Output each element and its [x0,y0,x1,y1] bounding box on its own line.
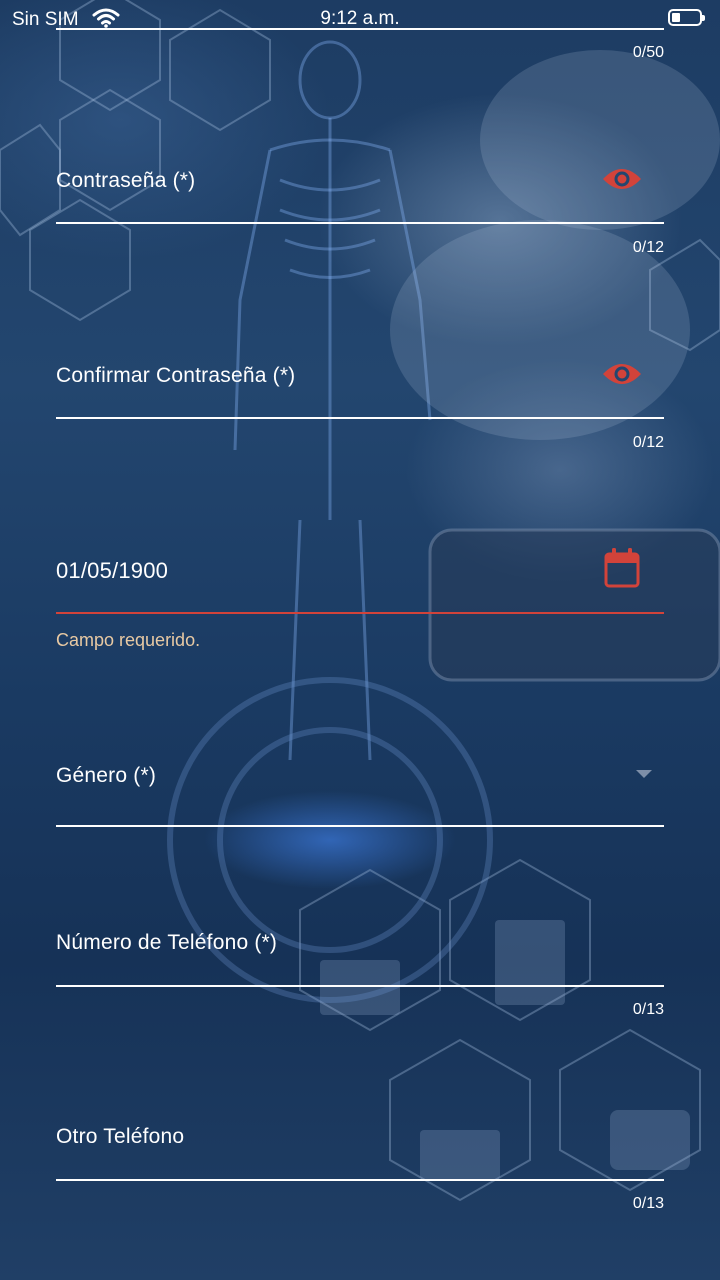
confirm-password-underline [56,417,664,419]
eye-icon[interactable] [602,360,642,388]
other-phone-underline [56,1179,664,1181]
phone-field[interactable]: Número de Teléfono (*) 0/13 [56,920,664,1030]
other-phone-field[interactable]: Otro Teléfono 0/13 [56,1115,664,1225]
password-underline [56,222,664,224]
gender-label: Género (*) [56,764,157,787]
gender-dropdown[interactable]: Género (*) [56,750,664,830]
registration-form: 0/50 Contraseña (*) 0/12 Confirmar Contr… [0,0,720,1280]
phone-label: Número de Teléfono (*) [56,931,278,954]
phone-counter: 0/13 [632,1001,664,1018]
birthdate-field[interactable]: 01/05/1900 Campo requerido. [56,545,664,655]
birthdate-error-text: Campo requerido. [56,630,201,650]
other-phone-counter: 0/13 [632,1195,664,1212]
eye-icon[interactable] [602,165,642,193]
confirm-password-field[interactable]: Confirmar Contraseña (*) 0/12 [56,355,664,455]
calendar-icon[interactable] [604,548,640,588]
phone-underline [56,985,664,987]
password-field[interactable]: Contraseña (*) 0/12 [56,160,664,260]
confirm-password-label: Confirmar Contraseña (*) [56,364,296,387]
gender-underline [56,825,664,827]
birthdate-underline [56,612,664,614]
clock: 9:12 a.m. [320,8,400,29]
confirm-password-counter: 0/12 [632,434,664,451]
password-label: Contraseña (*) [56,169,196,192]
status-bar: Sin SIM 9:12 a.m. [0,0,720,40]
email-counter: 0/50 [632,44,664,61]
battery-icon [668,9,705,26]
other-phone-label: Otro Teléfono [56,1125,185,1148]
birthdate-value: 01/05/1900 [56,558,169,583]
dropdown-arrow-icon[interactable] [636,770,652,778]
password-counter: 0/12 [632,239,664,256]
